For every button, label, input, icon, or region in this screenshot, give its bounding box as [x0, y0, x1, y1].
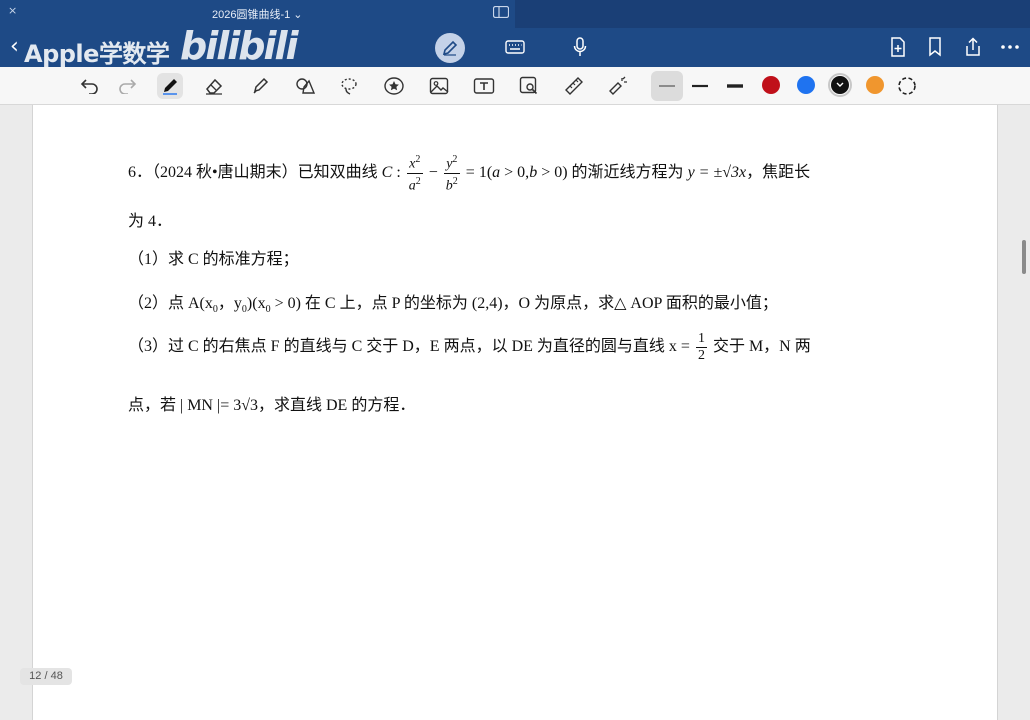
question-3-text: 交于 M，N 两 [712, 338, 811, 356]
bookmark-icon [929, 37, 941, 57]
more-options-button[interactable] [998, 35, 1022, 59]
problem-line-2: 为 4． [128, 213, 173, 230]
highlighter-icon [253, 77, 269, 94]
close-icon[interactable]: × [8, 4, 17, 17]
question-3-text: （3）过 C 的右焦点 F 的直线与 C 交于 D，E 两点，以 DE 为直径的… [128, 338, 690, 356]
fraction-x2-a2: x2 a2 [406, 154, 423, 194]
text-tool[interactable] [471, 73, 497, 99]
color-swatch-blue[interactable] [797, 76, 815, 94]
question-1: （1）求 C 的标准方程； [128, 251, 299, 268]
hyperbola-label: C [381, 163, 393, 181]
redo-button[interactable] [114, 73, 140, 99]
microphone-button[interactable] [568, 35, 592, 59]
laser-pointer-icon [609, 76, 627, 95]
laser-pointer-tool[interactable] [605, 73, 631, 99]
question-2: （2）点 A(x0，y0)(x0 > 0) 在 C 上，点 P 的坐标为 (2,… [128, 295, 778, 316]
share-button[interactable] [961, 35, 985, 59]
problem-text: ，焦距长 [746, 163, 811, 181]
microphone-icon [573, 37, 587, 56]
share-icon [966, 37, 980, 56]
image-tool[interactable] [426, 73, 452, 99]
status-band [515, 0, 1030, 28]
shapes-tool[interactable] [292, 73, 318, 99]
thick-stroke-option[interactable] [725, 79, 745, 93]
image-search-icon [519, 76, 538, 95]
document-title-menu[interactable]: 2026圆锥曲线-1 ⌄ [212, 6, 303, 22]
ruler-icon [565, 77, 583, 95]
document-page: 6．（2024 秋•唐山期末）已知双曲线 C : x2 a2 − y2 b2 = 1… [32, 105, 998, 720]
color-swatch-orange[interactable] [866, 76, 884, 94]
vertical-scrollbar[interactable] [1022, 240, 1026, 274]
keyboard-icon [505, 40, 525, 54]
color-swatch-red[interactable] [762, 76, 780, 94]
keyboard-button[interactable] [503, 35, 527, 59]
app-header: × 2026圆锥曲线-1 ⌄ ‹ Apple学数学 bilibili [0, 0, 1030, 68]
eraser-icon [206, 78, 223, 95]
undo-icon [80, 79, 98, 94]
question-3-continued: 点，若 | MN |= 3√3，求直线 DE 的方程． [128, 397, 416, 414]
ruler-tool[interactable] [561, 73, 587, 99]
problem-text: 已知双曲线 [297, 163, 378, 181]
asymptote-equation: y = ±√3x [687, 163, 747, 181]
lasso-tool[interactable] [336, 73, 362, 99]
medium-stroke-option[interactable] [690, 79, 710, 93]
more-icon [1001, 45, 1019, 49]
lasso-icon [341, 78, 357, 95]
page-indicator[interactable]: 12 / 48 [20, 668, 72, 685]
undo-button[interactable] [77, 73, 103, 99]
add-page-button[interactable] [886, 35, 910, 59]
highlighter-tool[interactable] [247, 73, 273, 99]
pencil-icon [442, 40, 458, 56]
problem-line-1: 6．（2024 秋•唐山期末）已知双曲线 C : x2 a2 − y2 b2 = 1… [128, 154, 811, 194]
pen-icon [163, 79, 177, 95]
problem-number: 6． [128, 163, 153, 181]
add-page-icon [891, 37, 905, 57]
color-swatch-black-selected-ring[interactable] [828, 73, 852, 97]
drawing-toolbar [0, 67, 1030, 105]
notes-app: × 2026圆锥曲线-1 ⌄ ‹ Apple学数学 bilibili 6．（20… [0, 0, 1030, 720]
fraction-y2-b2: y2 b2 [443, 154, 460, 194]
split-view-icon[interactable] [493, 6, 509, 18]
star-sticker-icon [384, 77, 404, 95]
bilibili-watermark: bilibili [180, 24, 299, 68]
watermark-brand: Apple学数学 [24, 40, 170, 68]
question-2-text: （2）点 A(x [128, 295, 213, 312]
problem-text: 的渐近线方程为 [571, 163, 684, 181]
question-2-text: )(x [246, 295, 266, 312]
sticker-tool[interactable] [381, 73, 407, 99]
back-button[interactable]: ‹ [10, 34, 19, 59]
scan-tool[interactable] [516, 73, 542, 99]
pen-mode-button[interactable] [435, 33, 465, 63]
question-2-text: ，y [217, 295, 242, 312]
textbox-icon [473, 78, 495, 94]
pen-tool[interactable] [157, 73, 183, 99]
question-3: （3）过 C 的右焦点 F 的直线与 C 交于 D，E 两点，以 DE 为直径的… [128, 331, 811, 364]
redo-icon [119, 79, 137, 94]
question-2-text: > 0) 在 C 上，点 P 的坐标为 (2,4)，O 为原点，求△ AOP 面… [274, 295, 778, 312]
thin-stroke-option[interactable] [651, 71, 683, 101]
bookmark-button[interactable] [923, 35, 947, 59]
fraction-one-half: 12 [695, 331, 707, 363]
shapes-icon [296, 78, 316, 94]
custom-color-icon[interactable] [897, 76, 917, 96]
problem-source: （2024 秋•唐山期末） [152, 163, 298, 181]
chevron-down-icon [836, 82, 844, 87]
image-icon [429, 77, 449, 95]
eraser-tool[interactable] [201, 73, 227, 99]
thin-stroke-icon [659, 85, 675, 87]
